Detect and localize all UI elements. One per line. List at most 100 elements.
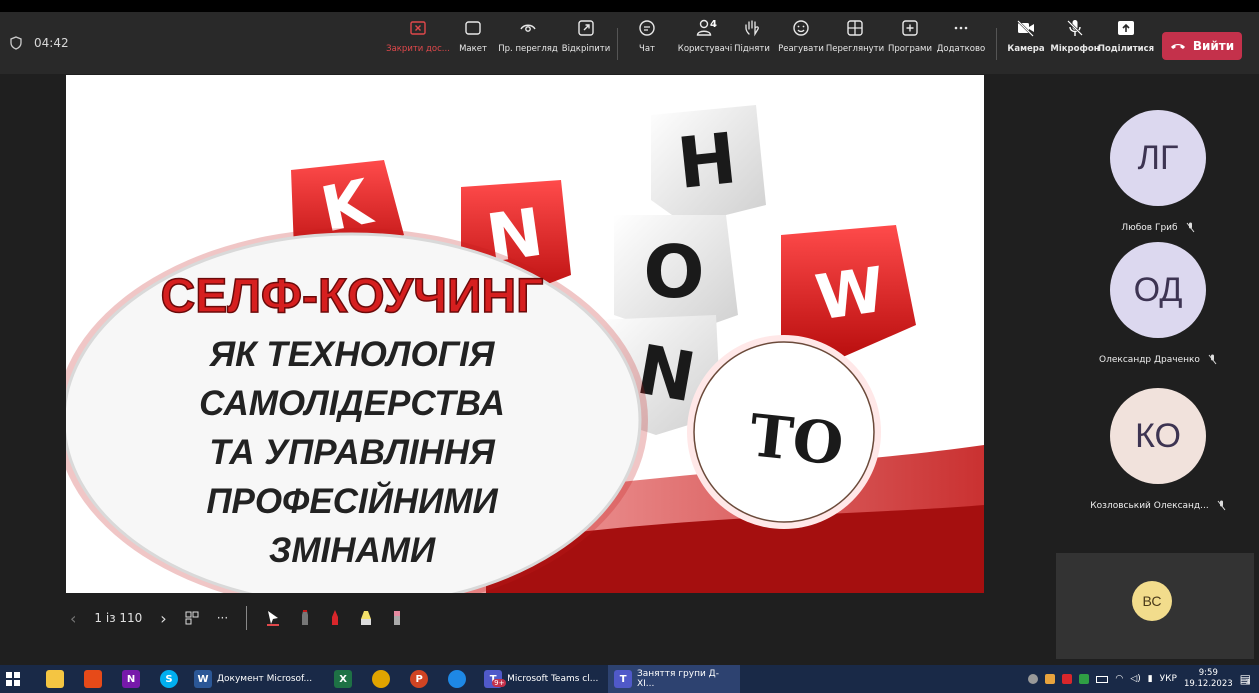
chat-icon bbox=[639, 20, 655, 36]
taskbar-edge[interactable] bbox=[442, 665, 472, 693]
mic-off-icon bbox=[1067, 20, 1083, 36]
eye-icon bbox=[520, 24, 536, 32]
highlighter-icon[interactable] bbox=[359, 609, 373, 627]
ellipsis-icon bbox=[954, 26, 968, 30]
excel-icon: X bbox=[334, 670, 353, 688]
chrome-icon bbox=[372, 670, 391, 688]
participant-name-row: Любов Гриб bbox=[1121, 222, 1194, 233]
grid-icon bbox=[847, 20, 863, 36]
meeting-info: 04:42 bbox=[10, 36, 69, 50]
cube-h-letter: H bbox=[674, 117, 741, 205]
taskbar-skype[interactable]: S bbox=[154, 665, 184, 693]
pointer-icon[interactable] bbox=[265, 609, 281, 627]
slide-grid-icon[interactable] bbox=[185, 611, 199, 625]
smile-icon bbox=[793, 20, 809, 36]
tray-app-icon[interactable] bbox=[1079, 674, 1090, 684]
layout-icon bbox=[465, 21, 481, 35]
slide-artwork: K N H O W N TO СЕЛФ-КОУЧИНГ ЯК ТЕХНОЛОГІ… bbox=[66, 75, 984, 593]
cube-w-letter: W bbox=[811, 253, 889, 335]
add-app-icon bbox=[902, 20, 918, 36]
tray-app-icon[interactable] bbox=[1028, 674, 1039, 684]
cube-h: H bbox=[651, 105, 766, 225]
taskbar-teams-meeting[interactable]: T Заняття групи Д-ХІ... bbox=[608, 665, 741, 693]
eraser-icon[interactable] bbox=[391, 609, 403, 627]
powerpoint-icon: P bbox=[410, 670, 429, 688]
taskbar-explorer[interactable] bbox=[40, 665, 70, 693]
wifi-icon[interactable]: ◠ bbox=[1115, 674, 1123, 684]
slide-more-icon[interactable]: ··· bbox=[217, 611, 228, 625]
participant-name: Любов Гриб bbox=[1121, 222, 1178, 233]
start-button[interactable] bbox=[0, 665, 26, 693]
edge-icon bbox=[448, 670, 467, 688]
more-label: Додатково bbox=[936, 44, 986, 54]
taskbar-onenote[interactable]: N bbox=[116, 665, 146, 693]
volume-icon[interactable]: ◁) bbox=[1130, 674, 1140, 684]
next-slide-icon[interactable]: › bbox=[160, 609, 166, 628]
pop-out-label: Відкріпити bbox=[561, 44, 611, 54]
taskbar-chrome[interactable] bbox=[366, 665, 396, 693]
language-indicator[interactable]: УКР bbox=[1160, 674, 1177, 684]
taskbar-teams1-label: Microsoft Teams cl... bbox=[507, 674, 599, 684]
windows-taskbar: N S W Документ Microsof... X P T 9+ Micr… bbox=[0, 665, 1259, 693]
taskbar-teams-classic[interactable]: T 9+ Microsoft Teams cl... bbox=[478, 665, 604, 693]
word-icon: W bbox=[194, 670, 212, 688]
leave-button[interactable]: Вийти bbox=[1162, 32, 1242, 60]
self-video-tile[interactable]: ВС bbox=[1056, 553, 1254, 659]
battery-icon[interactable] bbox=[1096, 675, 1109, 683]
teams-notification-badge: 9+ bbox=[492, 679, 507, 687]
prev-slide-icon[interactable]: ‹ bbox=[70, 609, 76, 628]
onenote-icon: N bbox=[122, 670, 140, 688]
participant-tile[interactable]: КО Козловський Олександ... bbox=[1083, 388, 1233, 523]
slide-title: СЕЛФ-КОУЧИНГ bbox=[161, 270, 544, 323]
taskbar-excel[interactable]: X bbox=[328, 665, 358, 693]
slide-controls: ‹ 1 із 110 › ··· bbox=[70, 603, 403, 633]
participant-name-row: Козловський Олександ... bbox=[1090, 500, 1226, 511]
skype-icon: S bbox=[160, 670, 178, 688]
pop-out-icon bbox=[578, 20, 594, 36]
slide-line: ЗМІНАМИ bbox=[269, 531, 436, 570]
participant-tile[interactable]: ЛГ Любов Гриб bbox=[1083, 110, 1233, 245]
slide-counter: 1 із 110 bbox=[94, 611, 143, 625]
mic-muted-icon bbox=[1217, 500, 1226, 511]
participant-tile[interactable]: ОД Олександр Драченко bbox=[1083, 242, 1233, 377]
meeting-toolbar: 04:42 Закрити дос... Макет Пр. перегляд … bbox=[0, 12, 1259, 74]
self-avatar: ВС bbox=[1132, 581, 1172, 621]
shield-icon bbox=[10, 36, 22, 50]
hand-icon bbox=[745, 20, 759, 37]
taskbar-word[interactable]: W Документ Microsof... bbox=[188, 665, 318, 693]
teams-meeting-window: 04:42 Закрити дос... Макет Пр. перегляд … bbox=[0, 0, 1259, 693]
clock-date: 19.12.2023 bbox=[1183, 679, 1233, 689]
controls-divider bbox=[246, 606, 248, 630]
slide-line: ТА УПРАВЛІННЯ bbox=[209, 433, 496, 472]
tray-app-icon[interactable] bbox=[1045, 674, 1056, 684]
chat-label: Чат bbox=[639, 44, 655, 54]
office-icon bbox=[84, 670, 102, 688]
participant-name: Олександр Драченко bbox=[1099, 354, 1200, 365]
cube-o-letter: O bbox=[643, 230, 704, 314]
clock-time: 9:59 bbox=[1198, 668, 1218, 678]
more-button[interactable]: Додатково bbox=[924, 18, 998, 54]
pen-black-icon[interactable] bbox=[299, 609, 311, 627]
taskbar-word-label: Документ Microsof... bbox=[217, 674, 313, 684]
mic-muted-icon bbox=[1186, 222, 1194, 233]
clock[interactable]: 9:59 19.12.2023 bbox=[1184, 668, 1233, 690]
tray-app-icon[interactable] bbox=[1062, 674, 1073, 684]
notifications-icon[interactable]: ▤ 3 bbox=[1240, 672, 1251, 686]
share-button[interactable]: Поділитися bbox=[1089, 18, 1163, 54]
pen-red-icon[interactable] bbox=[329, 609, 341, 627]
shared-slide: K N H O W N TO СЕЛФ-КОУЧИНГ ЯК ТЕХНОЛОГІ… bbox=[66, 75, 984, 593]
share-icon bbox=[1118, 21, 1134, 35]
taskbar-teams2-label: Заняття групи Д-ХІ... bbox=[636, 669, 719, 689]
mic-muted-icon bbox=[1208, 354, 1217, 365]
participant-name: Козловський Олександ... bbox=[1090, 500, 1209, 511]
avatar: КО bbox=[1110, 388, 1206, 484]
leave-label: Вийти bbox=[1192, 39, 1235, 53]
taskbar-powerpoint[interactable]: P bbox=[404, 665, 434, 693]
window-top-strip bbox=[0, 0, 1259, 12]
taskbar-office[interactable] bbox=[78, 665, 108, 693]
system-tray: ◠ ◁) ▮ УКР 9:59 19.12.2023 ▤ 3 bbox=[1028, 665, 1251, 693]
notification-count: 3 bbox=[1245, 678, 1251, 686]
avatar: ОД bbox=[1110, 242, 1206, 338]
microphone-tray-icon[interactable]: ▮ bbox=[1148, 674, 1153, 684]
camera-off-icon bbox=[1017, 20, 1034, 37]
